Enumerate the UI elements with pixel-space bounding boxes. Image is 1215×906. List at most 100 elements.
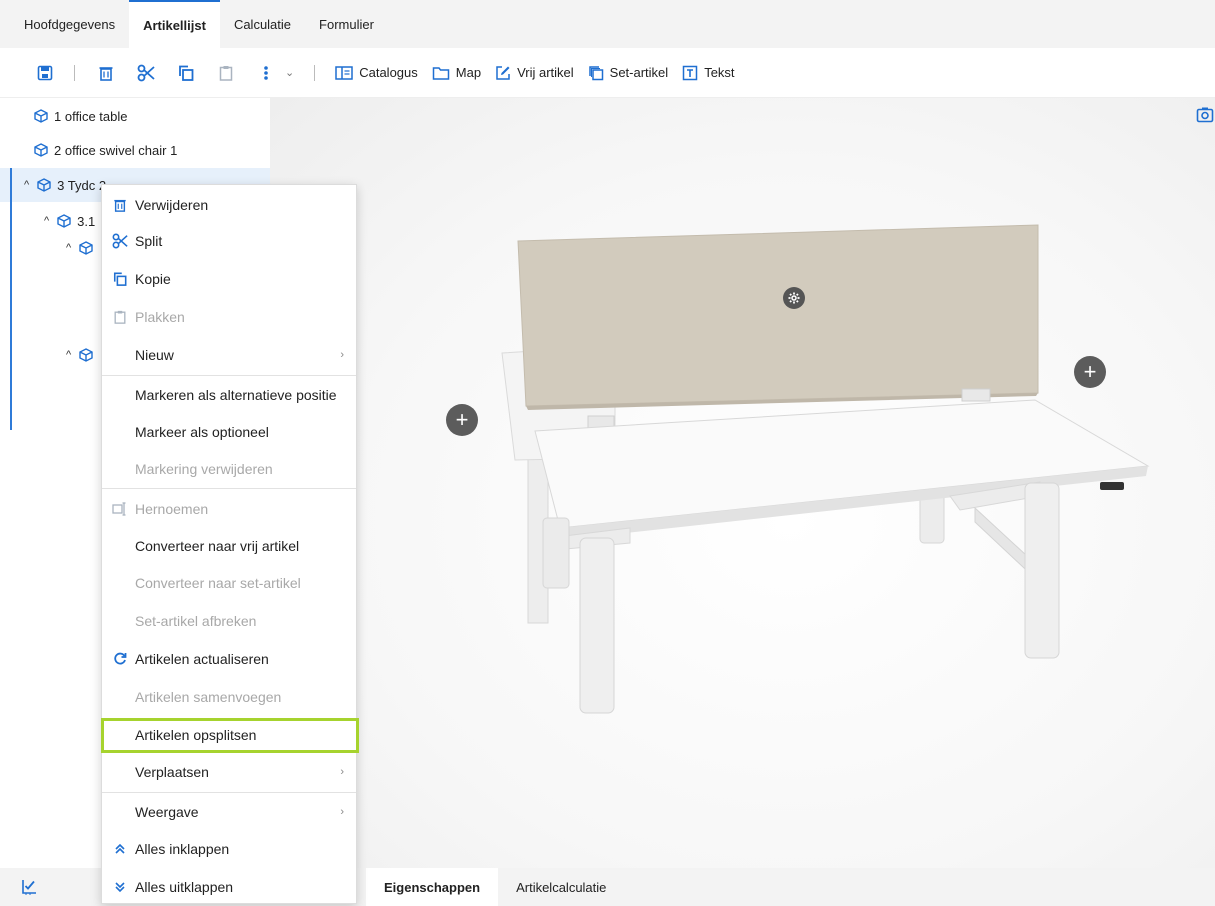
vrij-artikel-button[interactable]: Vrij artikel — [495, 65, 574, 81]
menu-item-set-afbreken[interactable]: Set-artikel afbreken — [102, 603, 356, 639]
set-icon — [588, 65, 603, 80]
vrij-artikel-label: Vrij artikel — [517, 65, 574, 80]
menu-item-inklappen[interactable]: Alles inklappen — [102, 831, 356, 867]
top-tab-bar: Hoofdgegevens Artikellijst Calculatie Fo… — [0, 0, 1215, 48]
menu-item-label: Verwijderen — [135, 197, 209, 213]
menu-item-label: Nieuw — [135, 347, 174, 363]
menu-item-label: Split — [135, 233, 163, 249]
toolbar-separator — [314, 64, 316, 81]
3d-viewport[interactable]: + + — [270, 98, 1215, 868]
menu-item-label: Set-artikel afbreken — [135, 613, 257, 629]
tree-item-label: 3 Tydc 2 — [57, 177, 107, 193]
checklist-icon[interactable] — [20, 878, 38, 899]
paste-icon[interactable] — [215, 62, 237, 84]
menu-item-label: Artikelen opsplitsen — [135, 727, 257, 743]
gear-icon[interactable] — [783, 287, 805, 309]
save-icon[interactable] — [34, 62, 56, 84]
edit-icon — [496, 65, 510, 80]
chevron-up-icon[interactable]: ^ — [66, 242, 71, 254]
menu-item-split[interactable]: Split — [102, 223, 356, 259]
set-artikel-label: Set-artikel — [609, 65, 669, 80]
tab-hoofdgegevens[interactable]: Hoofdgegevens — [10, 0, 129, 48]
menu-item-actualiseren[interactable]: Artikelen actualiseren — [102, 641, 356, 677]
menu-item-label: Artikelen actualiseren — [135, 651, 269, 667]
tab-eigenschappen[interactable]: Eigenschappen — [366, 868, 499, 906]
tab-calculatie[interactable]: Calculatie — [220, 0, 305, 48]
tab-formulier[interactable]: Formulier — [305, 0, 388, 48]
trash-icon — [112, 197, 128, 213]
menu-item-label: Markeer als optioneel — [135, 424, 269, 440]
more-options-icon[interactable] — [255, 62, 277, 84]
menu-item-label: Alles uitklappen — [135, 879, 234, 895]
menu-separator — [102, 792, 356, 793]
scissors-icon[interactable] — [135, 62, 157, 84]
menu-item-markering-verwijderen[interactable]: Markering verwijderen — [102, 451, 356, 487]
add-left-button[interactable]: + — [446, 404, 478, 436]
collapse-all-icon — [112, 841, 128, 857]
paste-icon — [112, 309, 128, 325]
menu-item-label: Artikelen samenvoegen — [135, 689, 282, 705]
menu-item-label: Verplaatsen — [135, 764, 209, 780]
menu-separator — [102, 488, 356, 489]
tab-artikelcalculatie[interactable]: Artikelcalculatie — [498, 868, 624, 906]
tab-artikellijst[interactable]: Artikellijst — [129, 0, 220, 48]
menu-item-label: Alles inklappen — [135, 841, 230, 857]
menu-item-kopie[interactable]: Kopie — [102, 261, 356, 297]
folder-icon — [432, 66, 450, 80]
tree-item-office-table[interactable]: 1 office table — [0, 99, 270, 133]
tree-selection-bar — [10, 168, 12, 430]
toolbar-separator — [74, 64, 75, 81]
tekst-label: Tekst — [704, 65, 735, 80]
trash-icon[interactable] — [95, 62, 117, 84]
menu-item-markeer-optioneel[interactable]: Markeer als optioneel — [102, 414, 356, 450]
add-right-button[interactable]: + — [1074, 356, 1106, 388]
chevron-down-icon[interactable]: ⌄ — [285, 66, 294, 79]
tree-item-label: 2 office swivel chair 1 — [54, 142, 178, 158]
map-button[interactable]: Map — [432, 65, 481, 81]
menu-item-label: Kopie — [135, 271, 171, 287]
cube-icon — [57, 214, 71, 228]
set-artikel-button[interactable]: Set-artikel — [588, 65, 669, 81]
chevron-right-icon: › — [340, 766, 344, 778]
menu-item-nieuw[interactable]: Nieuw › — [102, 337, 356, 373]
map-label: Map — [455, 65, 482, 80]
menu-item-hernoemen[interactable]: Hernoemen — [102, 491, 356, 527]
menu-item-label: Converteer naar set-artikel — [135, 575, 301, 591]
catalogus-button[interactable]: Catalogus — [335, 65, 418, 81]
cube-icon — [79, 348, 93, 362]
cube-icon — [34, 109, 48, 123]
menu-item-label: Plakken — [135, 309, 185, 325]
tree-item-label: 1 office table — [54, 108, 128, 124]
context-menu: Verwijderen Split Kopie Plakken Nieuw › … — [101, 184, 357, 904]
copy-icon[interactable] — [175, 62, 197, 84]
menu-item-samenvoegen[interactable]: Artikelen samenvoegen — [102, 679, 356, 715]
menu-item-verwijderen[interactable]: Verwijderen — [102, 187, 356, 223]
menu-separator — [102, 375, 356, 376]
chevron-up-icon[interactable]: ^ — [66, 349, 71, 361]
menu-item-weergave[interactable]: Weergave › — [102, 794, 356, 830]
menu-item-label: Markering verwijderen — [135, 461, 273, 477]
refresh-icon — [112, 651, 128, 667]
menu-item-verplaatsen[interactable]: Verplaatsen › — [102, 754, 356, 790]
chevron-right-icon: › — [340, 349, 344, 361]
tekst-button[interactable]: Tekst — [682, 65, 735, 81]
menu-item-markeren-alternatief[interactable]: Markeren als alternatieve positie — [102, 377, 356, 413]
cube-icon — [34, 143, 48, 157]
toolbar: ⌄ Catalogus Map Vrij artikel Set-artikel… — [0, 48, 1215, 98]
camera-icon[interactable] — [1196, 106, 1214, 127]
expand-all-icon — [112, 879, 128, 895]
scissors-icon — [112, 233, 128, 249]
menu-item-plakken[interactable]: Plakken — [102, 299, 356, 335]
menu-item-label: Hernoemen — [135, 501, 209, 517]
menu-item-uitklappen[interactable]: Alles uitklappen — [102, 869, 356, 905]
chevron-up-icon[interactable]: ^ — [24, 179, 29, 191]
tree-item-office-swivel-chair[interactable]: 2 office swivel chair 1 — [0, 133, 270, 167]
menu-item-label: Converteer naar vrij artikel — [135, 538, 300, 554]
text-icon — [682, 65, 698, 80]
menu-item-opsplitsen[interactable]: Artikelen opsplitsen — [102, 717, 356, 753]
menu-item-converteer-set[interactable]: Converteer naar set-artikel — [102, 565, 356, 601]
menu-item-converteer-vrij[interactable]: Converteer naar vrij artikel — [102, 528, 356, 564]
cube-icon — [37, 178, 51, 192]
chevron-up-icon[interactable]: ^ — [44, 215, 49, 227]
chevron-right-icon: › — [340, 806, 344, 818]
